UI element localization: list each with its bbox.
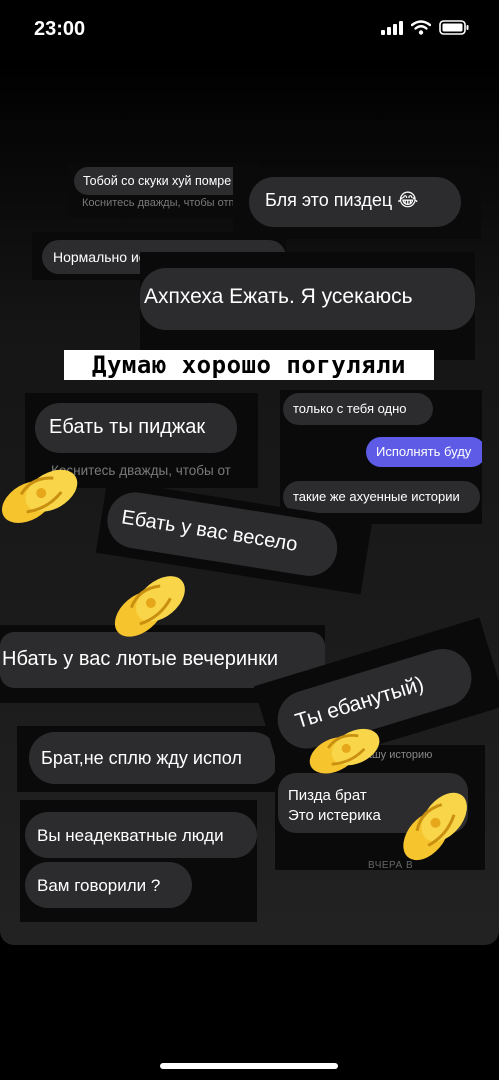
screenshot-brat: Брат,не сплю жду испол <box>17 726 277 792</box>
message-text: Вам говорили ? <box>37 876 161 895</box>
screenshot-ahpheha: Ахпхеха Ежать. Я усекаюсь <box>140 252 475 360</box>
message-bubble: такие же ахуенные истории <box>283 481 480 513</box>
message-bubble: Тобой со скуки хуй помре <box>74 167 252 195</box>
message-text: такие же ахуенные истории <box>293 489 460 504</box>
screenshot-tobou: Тобой со скуки хуй помре Коснитесь дважд… <box>68 163 258 218</box>
message-text: только с тебя одно <box>293 401 407 416</box>
message-bubble: Вам говорили ? <box>25 862 192 908</box>
message-text: Брат,не сплю жду испол <box>41 748 242 768</box>
message-bubble: Брат,не сплю жду испол <box>29 732 277 784</box>
message-text: Вы неадекватные люди <box>37 826 224 845</box>
handshake-icon <box>2 469 78 523</box>
screenshot-blya: Бля это пиздец 😂 <box>233 167 481 239</box>
signal-icon <box>381 20 403 35</box>
screenshot-neadekvatnye: Вы неадекватные люди Вам говорили ? <box>20 800 257 922</box>
status-bar: 23:00 <box>0 0 499 60</box>
message-bubble: Ахпхеха Ежать. Я усекаюсь <box>140 268 475 330</box>
message-bubble: Вы неадекватные люди <box>25 812 257 858</box>
message-bubble-outgoing: Исполнять буду <box>366 437 482 467</box>
home-indicator[interactable] <box>160 1063 338 1069</box>
double-tap-hint: Коснитесь дважды, чтобы отправит <box>82 197 258 209</box>
handshake-icon <box>309 728 380 774</box>
status-time: 23:00 <box>34 18 86 40</box>
message-text: Исполнять буду <box>376 444 472 459</box>
screenshot-ispolnyat: только с тебя одно Исполнять буду такие … <box>280 390 482 524</box>
message-text: Ахпхеха Ежать. Я усекаюсь <box>144 285 413 308</box>
message-text: Бля это пиздец 😂 <box>265 190 419 210</box>
wifi-icon <box>411 20 431 35</box>
message-bubble: только с тебя одно <box>283 393 433 425</box>
handshake-icon <box>114 576 185 637</box>
message-text-line2: Это истерика <box>288 807 381 824</box>
battery-icon <box>439 20 469 35</box>
message-bubble: Бля это пиздец 😂 <box>249 177 461 227</box>
status-icons <box>381 20 469 35</box>
handshake-icon <box>403 792 467 861</box>
story-text-overlay: Думаю хорошо погуляли <box>64 350 434 380</box>
message-text: Ебать ты пиджак <box>49 416 206 438</box>
message-text: Тобой со скуки хуй помре <box>83 174 232 188</box>
